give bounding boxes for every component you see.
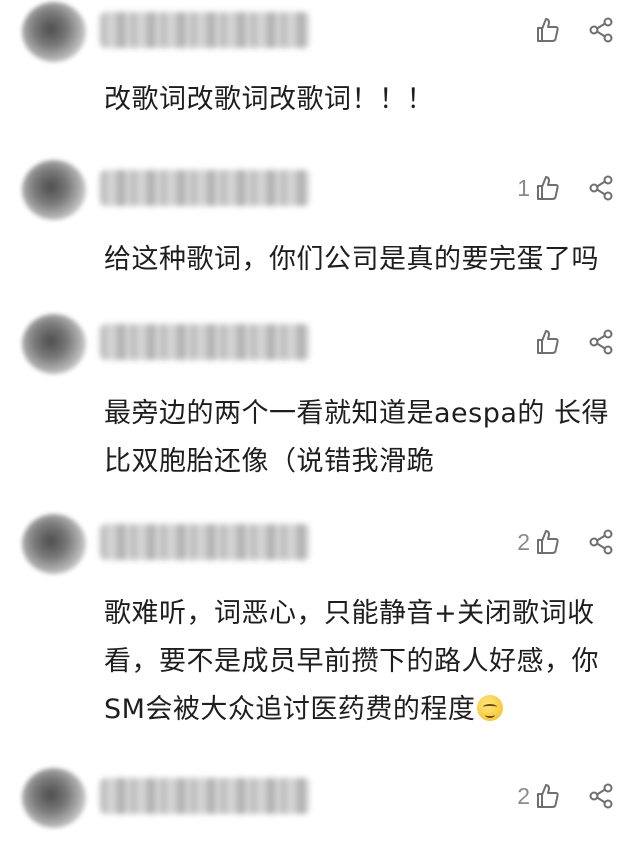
avatar[interactable] [22, 2, 86, 62]
awkward-smile-emoji-icon [477, 695, 504, 721]
username[interactable]: blurred-user-2 [100, 170, 310, 206]
comment-text: 歌难听，词恶心，只能静音+关闭歌词收 看，要不是成员早前攒下的路人好感，你 SM… [104, 590, 622, 734]
comment-actions: 2 [517, 780, 616, 812]
avatar[interactable] [22, 160, 86, 220]
share-icon[interactable] [586, 327, 616, 357]
thumbs-up-icon[interactable] [532, 781, 562, 811]
comment-header: blurred-user-2 1 [0, 158, 640, 228]
comment-text-line: 歌难听，词恶心，只能静音+关闭歌词收 [104, 598, 595, 629]
comment-actions: 1 [517, 172, 616, 204]
comment-actions [530, 326, 616, 358]
avatar[interactable] [22, 314, 86, 374]
comment-header: blurred-user-4 2 [0, 512, 640, 582]
comment-text: 最旁边的两个一看就知道是aespa的 长得 比双胞胎还像（说错我滑跪 [104, 390, 622, 486]
comment-text-line: SM会被大众追讨医药费的程度 [104, 686, 622, 734]
share-icon[interactable] [586, 173, 616, 203]
comment-text: 给这种歌词，你们公司是真的要完蛋了吗 [104, 244, 599, 275]
comment-item: blurred-user-2 1 给这种歌词，你们公司是真的要完蛋了吗 [0, 158, 640, 275]
comment-actions [530, 14, 616, 46]
like-count: 1 [517, 174, 530, 201]
comment-item: blurred-user-3 最旁边的两个一看就知道是aespa的 长得 比双胞… [0, 312, 640, 477]
thumbs-up-icon[interactable] [532, 527, 562, 557]
comment-item: blurred-user-4 2 歌难听，词恶心，只能静音+关闭歌词收 看，要不… [0, 512, 640, 725]
comment-text-line: 最旁边的两个一看就知道是aespa的 长得 [104, 398, 609, 429]
thumbs-up-icon[interactable] [532, 173, 562, 203]
avatar[interactable] [22, 514, 86, 574]
username[interactable]: blurred-user-4 [100, 524, 310, 560]
username[interactable]: blurred-user-3 [100, 324, 310, 360]
share-icon[interactable] [586, 781, 616, 811]
like-count: 2 [517, 528, 530, 555]
comment-item: blurred-user-5 2 [0, 766, 640, 836]
comment-text-line: 看，要不是成员早前攒下的路人好感，你 [104, 646, 599, 677]
comment-text-fragment: SM会被大众追讨医药费的程度 [104, 694, 476, 725]
comment-text-line: 比双胞胎还像（说错我滑跪 [104, 446, 434, 477]
username[interactable]: blurred-user-5 [100, 778, 310, 814]
comment-header: blurred-user-1 [0, 0, 640, 70]
comment-header: blurred-user-5 2 [0, 766, 640, 836]
share-icon[interactable] [586, 527, 616, 557]
like-count: 2 [517, 782, 530, 809]
comment-item: blurred-user-1 改歌词改歌词改歌词！！！ [0, 0, 640, 115]
thumbs-up-icon[interactable] [532, 15, 562, 45]
comment-text: 改歌词改歌词改歌词！！！ [104, 84, 434, 115]
username[interactable]: blurred-user-1 [100, 12, 310, 48]
comment-actions: 2 [517, 526, 616, 558]
avatar[interactable] [22, 768, 86, 828]
comment-header: blurred-user-3 [0, 312, 640, 382]
share-icon[interactable] [586, 15, 616, 45]
thumbs-up-icon[interactable] [532, 327, 562, 357]
